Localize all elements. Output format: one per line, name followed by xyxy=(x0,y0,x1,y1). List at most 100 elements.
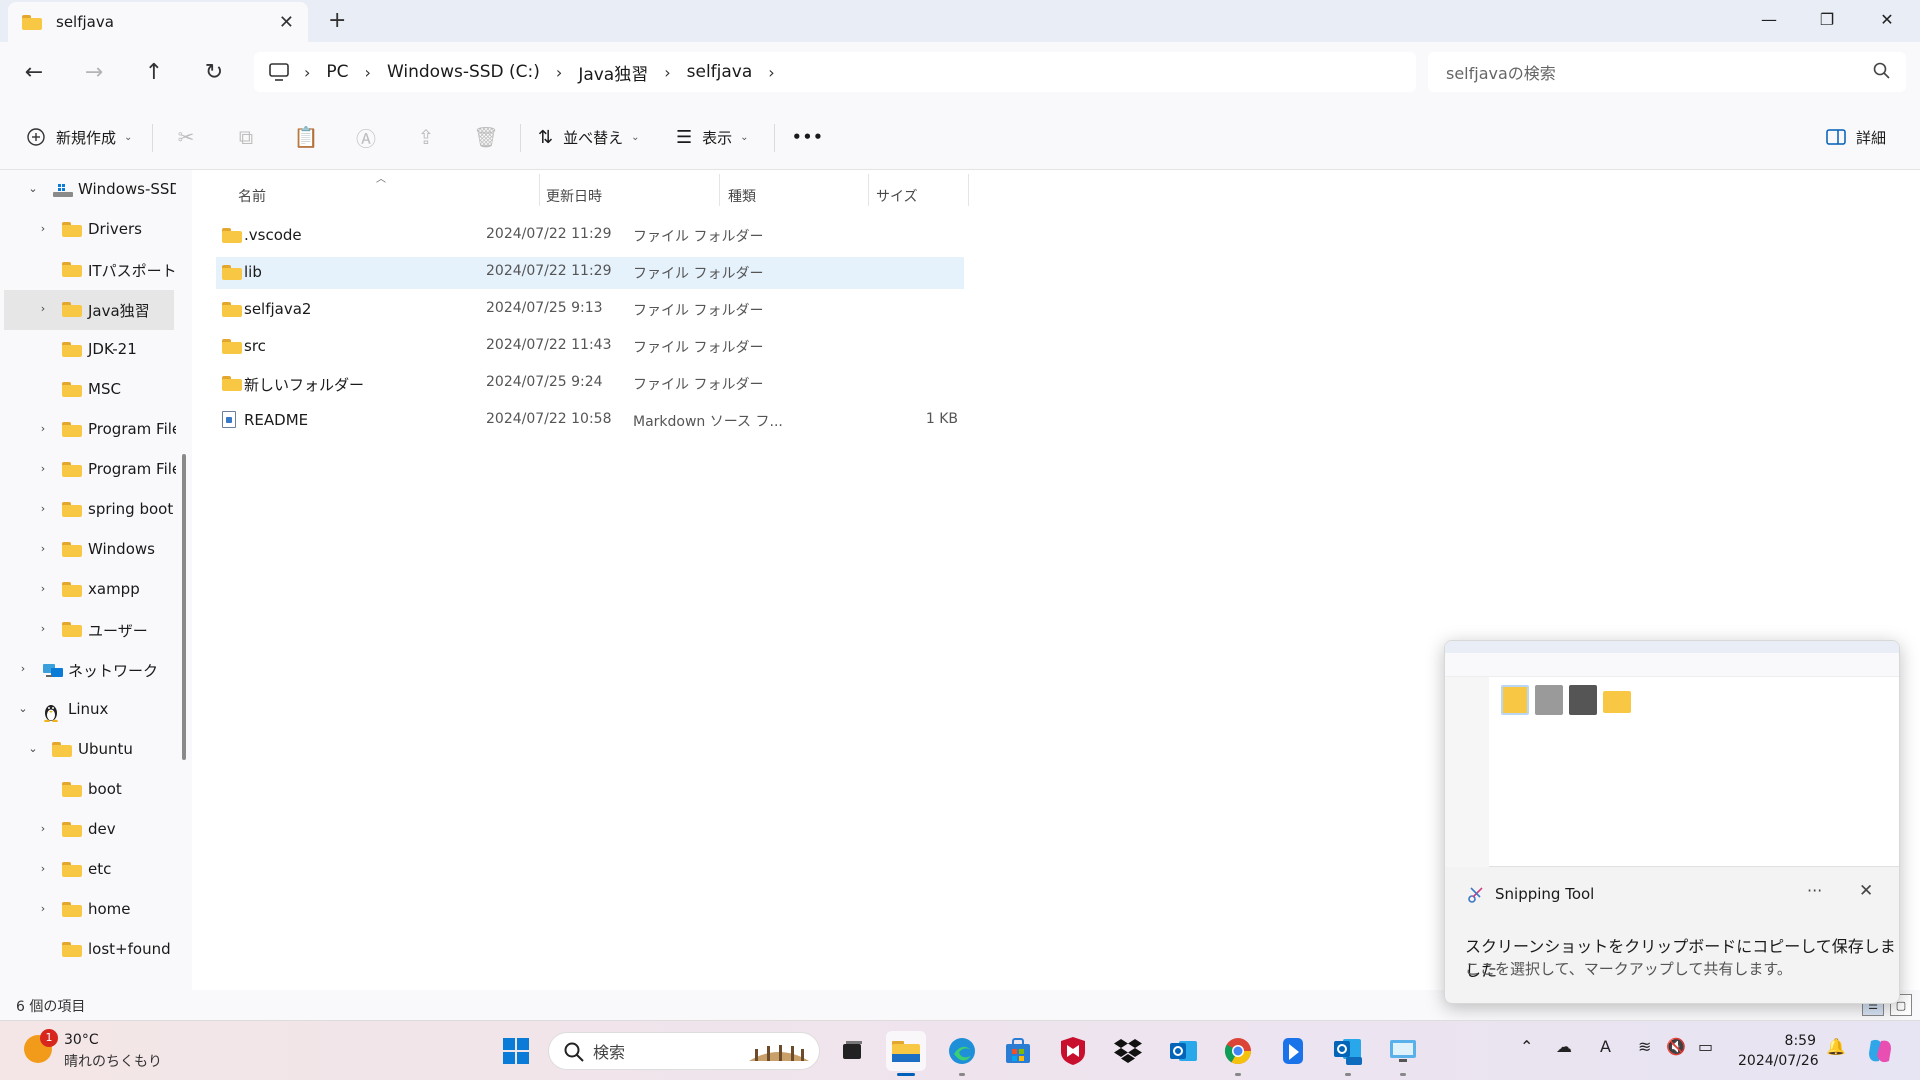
outlook-app[interactable] xyxy=(1163,1031,1203,1071)
new-button[interactable]: 新規作成 ⌄ xyxy=(26,122,132,152)
file-row[interactable]: README 2024/07/22 10:58 Markdown ソース フ... 1… xyxy=(216,405,964,437)
tree-item[interactable]: › ネットワーク xyxy=(0,650,176,690)
battery-icon[interactable]: ▭ xyxy=(1698,1037,1713,1056)
chevron-right-icon[interactable]: › xyxy=(36,542,50,555)
chevron-down-icon[interactable]: ⌄ xyxy=(26,182,40,195)
tree-item[interactable]: lost+found xyxy=(0,930,176,970)
tree-item[interactable]: › Program Files xyxy=(0,410,176,450)
clock-time[interactable]: 8:59 xyxy=(1770,1033,1816,1049)
file-row[interactable]: src 2024/07/22 11:43 ファイル フォルダー xyxy=(216,331,964,363)
chevron-right-icon[interactable]: › xyxy=(36,222,50,235)
column-name[interactable]: 名前 xyxy=(238,180,266,212)
rename-icon[interactable]: Ⓐ xyxy=(351,122,381,152)
cut-icon[interactable]: ✂ xyxy=(171,122,201,152)
file-row[interactable]: .vscode 2024/07/22 11:29 ファイル フォルダー xyxy=(216,220,964,252)
column-divider[interactable] xyxy=(719,174,720,206)
toast-more-button[interactable]: ··· xyxy=(1807,881,1822,900)
breadcrumb-selfjava[interactable]: selfjava xyxy=(687,62,753,82)
chrome-app[interactable] xyxy=(1218,1031,1258,1071)
file-row[interactable]: selfjava2 2024/07/25 9:13 ファイル フォルダー xyxy=(216,294,964,326)
tree-item[interactable]: › Program Files xyxy=(0,450,176,490)
tab-close-button[interactable]: ✕ xyxy=(279,12,294,33)
tree-item[interactable]: ⌄ Ubuntu xyxy=(0,730,176,770)
chevron-right-icon[interactable]: › xyxy=(36,822,50,835)
maximize-button[interactable]: ❐ xyxy=(1804,4,1850,34)
pen-app[interactable] xyxy=(1273,1031,1313,1071)
tree-item[interactable]: › Windows xyxy=(0,530,176,570)
tree-item[interactable]: › spring boot 3 xyxy=(0,490,176,530)
chevron-right-icon[interactable]: › xyxy=(36,302,50,315)
chevron-down-icon[interactable]: ⌄ xyxy=(16,702,30,715)
column-divider[interactable] xyxy=(539,174,540,206)
tree-item[interactable]: boot xyxy=(0,770,176,810)
tab-selfjava[interactable]: selfjava ✕ xyxy=(8,2,308,42)
tree-item[interactable]: MSC xyxy=(0,370,176,410)
forward-button[interactable]: → xyxy=(74,52,114,92)
breadcrumb-windows-ssd[interactable]: Windows-SSD (C:) xyxy=(387,62,540,82)
tree-item[interactable]: › Drivers xyxy=(0,210,176,250)
tree-item[interactable]: ⌄ Linux xyxy=(0,690,176,730)
chevron-right-icon[interactable]: › xyxy=(664,63,670,82)
tree-item[interactable]: ⌄ Windows-SSD xyxy=(0,170,176,210)
nav-scrollbar-thumb[interactable] xyxy=(182,454,186,760)
tree-item[interactable]: › dev xyxy=(0,810,176,850)
column-divider[interactable] xyxy=(868,174,869,206)
column-divider[interactable] xyxy=(968,174,969,206)
chevron-right-icon[interactable]: › xyxy=(36,422,50,435)
clock-date[interactable]: 2024/07/26 xyxy=(1738,1053,1819,1069)
share-icon[interactable]: ⇪ xyxy=(411,122,441,152)
outlook-new-app[interactable] xyxy=(1328,1031,1368,1071)
tree-item[interactable]: › xampp xyxy=(0,570,176,610)
new-tab-button[interactable]: + xyxy=(328,8,346,33)
tree-item[interactable]: › Java独習 xyxy=(4,290,174,330)
remote-desktop-app[interactable] xyxy=(1383,1031,1423,1071)
wifi-icon[interactable]: ≋ xyxy=(1638,1037,1651,1056)
back-button[interactable]: ← xyxy=(14,52,54,92)
refresh-button[interactable]: ↻ xyxy=(194,52,234,92)
delete-icon[interactable]: 🗑 xyxy=(471,122,501,152)
chevron-right-icon[interactable]: › xyxy=(768,63,774,82)
chevron-down-icon[interactable]: ⌄ xyxy=(26,742,40,755)
view-button[interactable]: ☰ 表示 ⌄ xyxy=(676,122,749,152)
search-input[interactable]: selfjavaの検索 xyxy=(1428,52,1906,92)
chevron-right-icon[interactable]: › xyxy=(36,502,50,515)
column-modified[interactable]: 更新日時 xyxy=(546,180,602,212)
chevron-right-icon[interactable]: › xyxy=(36,862,50,875)
mcafee-app[interactable] xyxy=(1053,1031,1093,1071)
copy-icon[interactable]: ⧉ xyxy=(231,122,261,152)
onedrive-icon[interactable]: ☁ xyxy=(1556,1037,1572,1056)
close-window-button[interactable]: ✕ xyxy=(1864,4,1910,34)
screenshot-preview[interactable] xyxy=(1445,641,1899,867)
ime-mode-icon[interactable]: A xyxy=(1600,1037,1611,1056)
snipping-tool-notification[interactable]: Snipping Tool ··· ✕ スクリーンショットをクリップボードにコピ… xyxy=(1444,640,1900,1004)
this-pc-icon[interactable] xyxy=(268,62,290,82)
task-view-button[interactable] xyxy=(832,1031,872,1071)
notification-bell-icon[interactable]: 🔔 xyxy=(1826,1037,1846,1056)
breadcrumb-java[interactable]: Java独習 xyxy=(578,60,648,85)
up-button[interactable]: ↑ xyxy=(134,52,174,92)
chevron-right-icon[interactable]: › xyxy=(36,902,50,915)
tree-item[interactable]: › etc xyxy=(0,850,176,890)
start-button[interactable] xyxy=(496,1031,536,1071)
taskbar-search[interactable]: 検索 xyxy=(548,1032,820,1070)
column-type[interactable]: 種類 xyxy=(728,180,756,212)
store-app[interactable] xyxy=(998,1031,1038,1071)
minimize-button[interactable]: — xyxy=(1746,4,1792,34)
dropbox-app[interactable] xyxy=(1108,1031,1148,1071)
chevron-right-icon[interactable]: › xyxy=(365,63,371,82)
column-size[interactable]: サイズ xyxy=(876,180,918,212)
tree-item[interactable]: › ユーザー xyxy=(0,610,176,650)
toast-close-button[interactable]: ✕ xyxy=(1859,881,1873,901)
chevron-right-icon[interactable]: › xyxy=(304,63,310,82)
edge-app[interactable] xyxy=(942,1031,982,1071)
weather-widget[interactable]: 1 30°C 晴れのちくもり xyxy=(24,1029,194,1071)
file-row[interactable]: lib 2024/07/22 11:29 ファイル フォルダー xyxy=(216,257,964,289)
paste-icon[interactable]: 📋 xyxy=(291,122,321,152)
chevron-right-icon[interactable]: › xyxy=(36,582,50,595)
tree-item[interactable]: JDK-21 xyxy=(0,330,176,370)
more-options-button[interactable]: ••• xyxy=(792,122,824,152)
address-bar[interactable]: › PC › Windows-SSD (C:) › Java独習 › selfj… xyxy=(254,52,1416,92)
speaker-muted-icon[interactable]: 🔇 xyxy=(1666,1037,1686,1056)
search-icon[interactable] xyxy=(1872,61,1892,85)
chevron-right-icon[interactable]: › xyxy=(16,662,30,675)
